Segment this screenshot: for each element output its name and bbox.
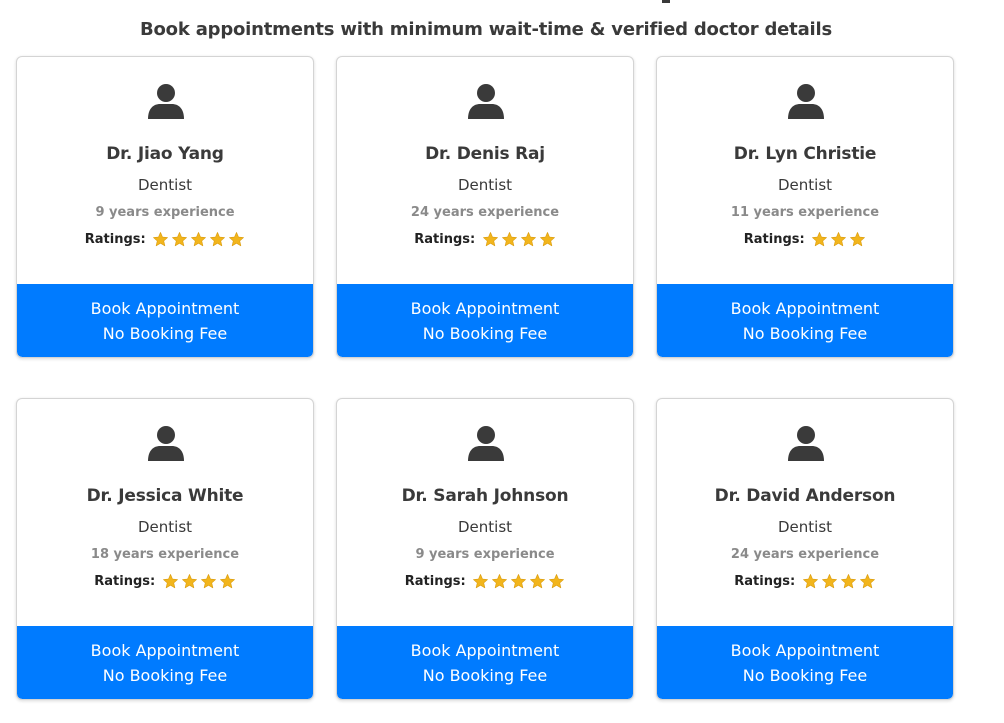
doctor-experience: 11 years experience — [730, 205, 880, 220]
star-rating — [480, 232, 556, 247]
star-icon — [549, 574, 565, 589]
star-icon — [473, 574, 489, 589]
doctor-card: Dr. Jiao Yang Dentist 9 years experience… — [16, 56, 314, 358]
doctor-experience: 24 years experience — [730, 547, 880, 562]
booking-fee-label: No Booking Fee — [422, 324, 548, 343]
doctor-specialty: Dentist — [457, 518, 513, 536]
ratings-label: Ratings: — [414, 232, 476, 247]
star-icon — [850, 232, 866, 247]
star-rating — [470, 574, 565, 589]
doctor-name: Dr. Denis Raj — [425, 144, 545, 164]
star-icon — [181, 574, 197, 589]
star-icon — [492, 574, 508, 589]
doctor-card: Dr. Denis Raj Dentist 24 years experienc… — [336, 56, 634, 358]
star-icon — [821, 574, 837, 589]
booking-fee-label: No Booking Fee — [742, 324, 868, 343]
doctor-ratings: Ratings: — [337, 573, 633, 590]
doctor-experience: 9 years experience — [95, 205, 235, 220]
star-icon — [831, 232, 847, 247]
book-appointment-label: Book Appointment — [410, 299, 560, 318]
ratings-label: Ratings: — [734, 574, 796, 589]
star-icon — [530, 574, 546, 589]
doctor-experience: 18 years experience — [90, 547, 240, 562]
book-appointment-label: Book Appointment — [730, 299, 880, 318]
book-appointment-button[interactable]: Book Appointment No Booking Fee — [17, 626, 313, 699]
doctor-card: Dr. Sarah Johnson Dentist 9 years experi… — [336, 398, 634, 700]
ratings-label: Ratings: — [404, 574, 466, 589]
page-subtitle: Book appointments with minimum wait-time… — [140, 19, 832, 40]
user-avatar-icon — [148, 426, 184, 461]
booking-fee-label: No Booking Fee — [102, 666, 228, 685]
star-rating — [160, 574, 236, 589]
doctor-experience: 9 years experience — [415, 547, 555, 562]
doctor-ratings: Ratings: — [657, 573, 953, 590]
doctor-card: Dr. David Anderson Dentist 24 years expe… — [656, 398, 954, 700]
user-avatar-icon — [148, 84, 184, 119]
doctor-ratings: Ratings: — [657, 231, 953, 248]
star-icon — [859, 574, 875, 589]
doctor-specialty: Dentist — [777, 176, 833, 194]
doctor-name: Dr. Lyn Christie — [733, 144, 877, 164]
doctor-specialty: Dentist — [137, 518, 193, 536]
book-appointment-button[interactable]: Book Appointment No Booking Fee — [657, 626, 953, 699]
star-icon — [191, 232, 207, 247]
book-appointment-label: Book Appointment — [90, 641, 240, 660]
star-icon — [501, 232, 517, 247]
book-appointment-button[interactable]: Book Appointment No Booking Fee — [657, 284, 953, 357]
user-avatar-icon — [468, 84, 504, 119]
star-icon — [172, 232, 188, 247]
doctor-name: Dr. Sarah Johnson — [401, 486, 569, 506]
star-icon — [210, 232, 226, 247]
user-avatar-icon — [788, 84, 824, 119]
user-avatar-icon — [468, 426, 504, 461]
ratings-label: Ratings: — [84, 232, 146, 247]
book-appointment-button[interactable]: Book Appointment No Booking Fee — [337, 626, 633, 699]
doctor-specialty: Dentist — [137, 176, 193, 194]
star-icon — [200, 574, 216, 589]
star-rating — [800, 574, 876, 589]
booking-fee-label: No Booking Fee — [742, 666, 868, 685]
ratings-label: Ratings: — [94, 574, 156, 589]
book-appointment-button[interactable]: Book Appointment No Booking Fee — [17, 284, 313, 357]
page-title-fragment — [662, 0, 670, 3]
doctor-ratings: Ratings: — [337, 231, 633, 248]
doctor-specialty: Dentist — [777, 518, 833, 536]
doctor-ratings: Ratings: — [17, 573, 313, 590]
doctor-specialty: Dentist — [457, 176, 513, 194]
ratings-label: Ratings: — [743, 232, 805, 247]
doctor-card: Dr. Jessica White Dentist 18 years exper… — [16, 398, 314, 700]
star-icon — [539, 232, 555, 247]
star-rating — [150, 232, 245, 247]
book-appointment-button[interactable]: Book Appointment No Booking Fee — [337, 284, 633, 357]
doctor-card: Dr. Lyn Christie Dentist 11 years experi… — [656, 56, 954, 358]
doctor-name: Dr. Jessica White — [86, 486, 244, 506]
user-avatar-icon — [788, 426, 824, 461]
star-icon — [520, 232, 536, 247]
booking-fee-label: No Booking Fee — [422, 666, 548, 685]
booking-fee-label: No Booking Fee — [102, 324, 228, 343]
book-appointment-label: Book Appointment — [410, 641, 560, 660]
star-icon — [482, 232, 498, 247]
book-appointment-label: Book Appointment — [730, 641, 880, 660]
star-icon — [802, 574, 818, 589]
star-icon — [162, 574, 178, 589]
doctor-name: Dr. Jiao Yang — [106, 144, 224, 164]
star-icon — [153, 232, 169, 247]
star-icon — [812, 232, 828, 247]
star-rating — [809, 232, 866, 247]
star-icon — [840, 574, 856, 589]
star-icon — [219, 574, 235, 589]
doctor-ratings: Ratings: — [17, 231, 313, 248]
doctor-name: Dr. David Anderson — [714, 486, 896, 506]
book-appointment-label: Book Appointment — [90, 299, 240, 318]
star-icon — [229, 232, 245, 247]
star-icon — [511, 574, 527, 589]
doctor-experience: 24 years experience — [410, 205, 560, 220]
